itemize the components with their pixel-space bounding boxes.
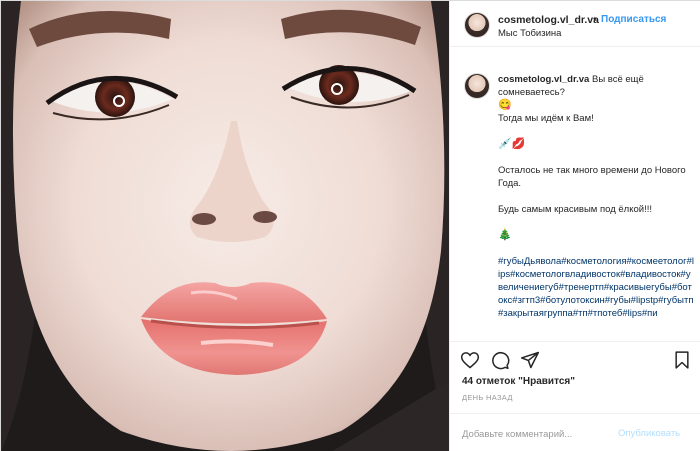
post-caption: cosmetolog.vl_dr.va Вы всё ещё сомневает… [498, 73, 694, 320]
caption-line-4: Будь самым красивым под ёлкой!!! [498, 204, 652, 215]
post-actions-bar [450, 341, 700, 375]
avatar-image [465, 13, 489, 37]
avatar-image [465, 74, 489, 98]
likes-count[interactable]: 44 отметок "Нравится" [462, 376, 575, 387]
heart-icon[interactable] [460, 350, 480, 370]
location-link[interactable]: Мыс Тобизина [498, 28, 561, 39]
comment-icon[interactable] [490, 350, 510, 370]
caption-avatar[interactable] [464, 73, 490, 99]
face-photo-image [1, 1, 449, 451]
username-link[interactable]: cosmetolog.vl_dr.va [498, 14, 599, 26]
comment-input[interactable] [462, 426, 612, 442]
bookmark-icon[interactable] [672, 350, 692, 370]
separator-dot: • [593, 14, 597, 25]
comments-section[interactable]: cosmetolog.vl_dr.va Вы всё ещё сомневает… [450, 59, 700, 341]
share-icon[interactable] [520, 350, 540, 370]
caption-line-3: Осталось не так много времени до Нового … [498, 165, 686, 189]
post-photo[interactable] [1, 1, 449, 451]
publish-button[interactable]: Опубликовать [618, 428, 680, 439]
post-header: cosmetolog.vl_dr.va • Подписаться Мыс То… [450, 1, 700, 47]
caption-username-link[interactable]: cosmetolog.vl_dr.va [498, 74, 589, 85]
caption-line-2: Тогда мы идём к Вам! [498, 113, 594, 124]
instagram-post: cosmetolog.vl_dr.va • Подписаться Мыс То… [0, 0, 700, 451]
avatar[interactable] [464, 12, 490, 38]
post-timestamp[interactable]: ДЕНЬ НАЗАД [462, 393, 513, 402]
syringe-lips-emoji-icon: 💉💋 [498, 138, 526, 150]
hashtags-links[interactable]: #губыДьявола#косметология#космеетолог#li… [498, 255, 694, 320]
comment-form: Опубликовать [450, 413, 700, 451]
christmas-tree-emoji-icon: 🎄 [498, 229, 512, 241]
yum-emoji-icon: 😋 [498, 99, 512, 111]
post-side-panel: cosmetolog.vl_dr.va • Подписаться Мыс То… [449, 1, 700, 451]
follow-button[interactable]: Подписаться [601, 14, 666, 25]
